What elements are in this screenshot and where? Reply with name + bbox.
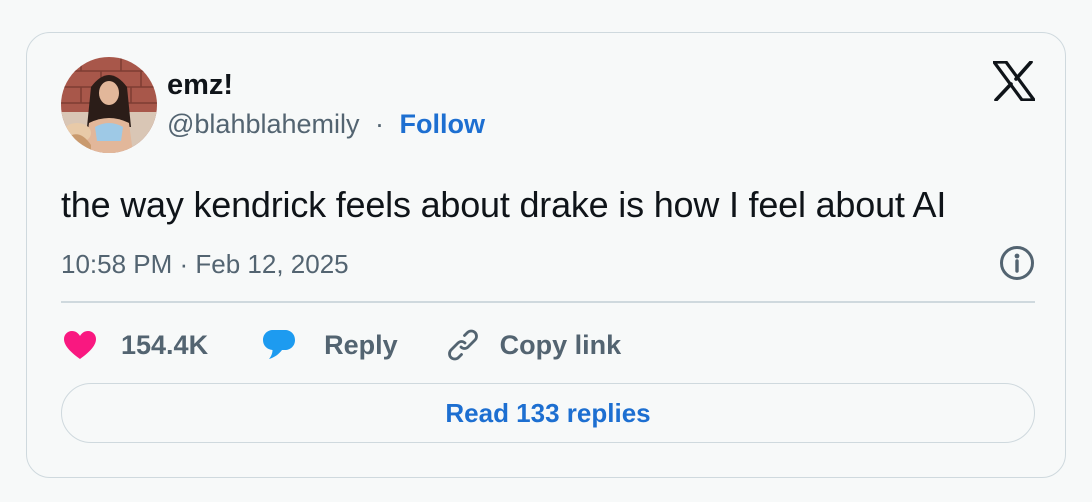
- link-icon: [446, 328, 480, 362]
- action-bar: 154.4K Reply Copy link: [63, 327, 621, 363]
- tweet-timestamp[interactable]: 10:58 PM · Feb 12, 2025: [61, 249, 349, 280]
- follow-button[interactable]: Follow: [400, 109, 485, 139]
- reply-label: Reply: [324, 329, 398, 360]
- info-icon[interactable]: [999, 245, 1035, 286]
- heart-icon: [63, 330, 97, 360]
- reply-button[interactable]: Reply: [262, 329, 398, 361]
- handle-separator: ·: [375, 109, 385, 139]
- author-handle-row: @blahblahemily · Follow: [167, 111, 485, 138]
- author-name[interactable]: emz!: [167, 71, 233, 100]
- copy-link-label: Copy link: [499, 329, 622, 360]
- like-button[interactable]: 154.4K: [63, 330, 208, 361]
- like-count: 154.4K: [121, 329, 209, 360]
- author-handle[interactable]: @blahblahemily: [167, 109, 360, 139]
- divider: [61, 301, 1035, 303]
- tweet-card: emz! @blahblahemily · Follow the way ken…: [26, 32, 1066, 478]
- read-replies-button[interactable]: Read 133 replies: [61, 383, 1035, 443]
- tweet-text: the way kendrick feels about drake is ho…: [61, 184, 947, 225]
- x-logo-icon[interactable]: [992, 60, 1036, 106]
- copy-link-button[interactable]: Copy link: [446, 328, 622, 362]
- avatar[interactable]: [61, 57, 157, 153]
- avatar-image: [61, 57, 157, 153]
- speech-bubble-icon: [262, 329, 296, 361]
